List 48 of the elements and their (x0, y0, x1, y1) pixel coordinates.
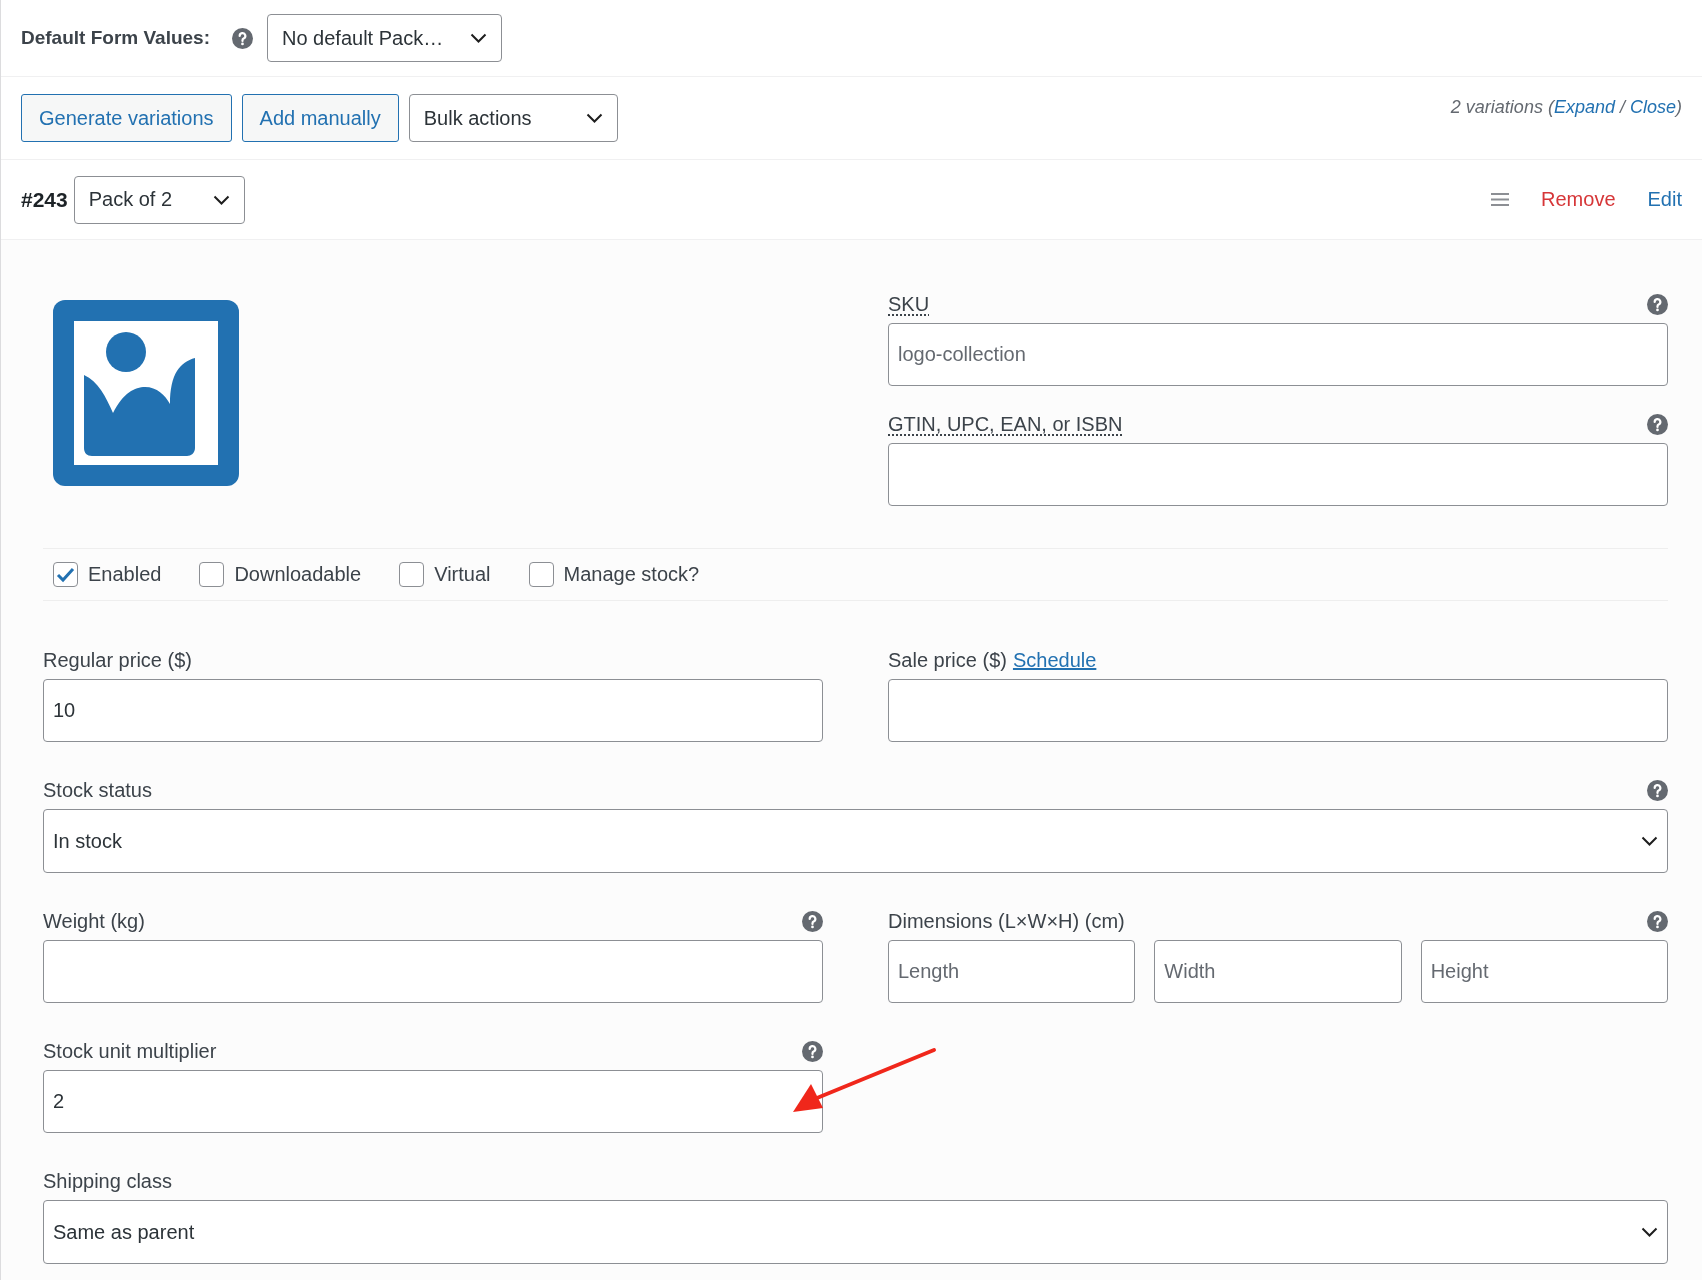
variations-summary: 2 variations (Expand / Close) (1450, 97, 1682, 118)
attribute-select[interactable]: Pack of 2 (73, 175, 245, 224)
text-field[interactable]: 2 (43, 1070, 823, 1133)
chevron-icon (585, 113, 603, 123)
menu-icon[interactable] (1491, 193, 1510, 206)
field-label: Stock unit multiplier (43, 1039, 217, 1062)
checkbox-label: Virtual (434, 563, 491, 586)
text-field[interactable]: Width (1154, 940, 1402, 1003)
bulk-actions-select[interactable]: Bulk actions (408, 94, 618, 142)
form-label: Default Form Values: (21, 27, 210, 49)
variation-id: #243 (21, 187, 68, 212)
text-field[interactable]: Height (1420, 940, 1668, 1003)
field-label: Shipping class (43, 1169, 172, 1192)
dropdown-select[interactable]: Same as parent (43, 1200, 1668, 1264)
text-field[interactable]: logo-collection (888, 323, 1668, 386)
checkbox[interactable] (399, 562, 425, 587)
field-label: Dimensions (L×W×H) (cm) (888, 909, 1125, 932)
field-label: Sale price ($) (888, 648, 1007, 671)
text-field[interactable]: 10 (43, 679, 823, 742)
text-field[interactable]: Length (888, 940, 1136, 1003)
text-field[interactable] (888, 679, 1668, 742)
schedule-link[interactable]: Schedule (1012, 648, 1097, 671)
text-field[interactable] (888, 443, 1668, 506)
chevron-icon (1641, 1227, 1658, 1237)
default-value-select[interactable]: No default Pack… (267, 14, 502, 62)
remove-link[interactable]: Remove (1541, 188, 1616, 211)
checkbox[interactable] (199, 562, 225, 587)
field-label: Stock status (43, 778, 152, 801)
checkbox-label: Manage stock? (563, 563, 700, 586)
checkbox[interactable] (528, 562, 554, 587)
checkbox[interactable] (53, 562, 78, 587)
toolbar-button[interactable]: Add manually (241, 94, 399, 142)
toolbar-button[interactable]: Generate variations (21, 94, 232, 142)
expand-link[interactable]: Expand (1553, 97, 1615, 117)
chevron-icon (212, 194, 230, 205)
close-link[interactable]: Close (1629, 97, 1676, 117)
image-icon[interactable] (53, 300, 239, 486)
chevron-icon (1641, 836, 1658, 846)
text-field[interactable] (43, 940, 823, 1003)
edit-link[interactable]: Edit (1647, 188, 1682, 211)
field-label: Weight (kg) (43, 909, 145, 932)
field-label: SKU (888, 292, 930, 315)
checkbox-label: Enabled (88, 563, 162, 586)
field-label: GTIN, UPC, EAN, or ISBN (888, 412, 1123, 435)
chevron-icon (470, 33, 487, 43)
field-label: Regular price ($) (43, 648, 192, 671)
dropdown-select[interactable]: In stock (43, 809, 1668, 873)
checkbox-label: Downloadable (234, 563, 362, 586)
